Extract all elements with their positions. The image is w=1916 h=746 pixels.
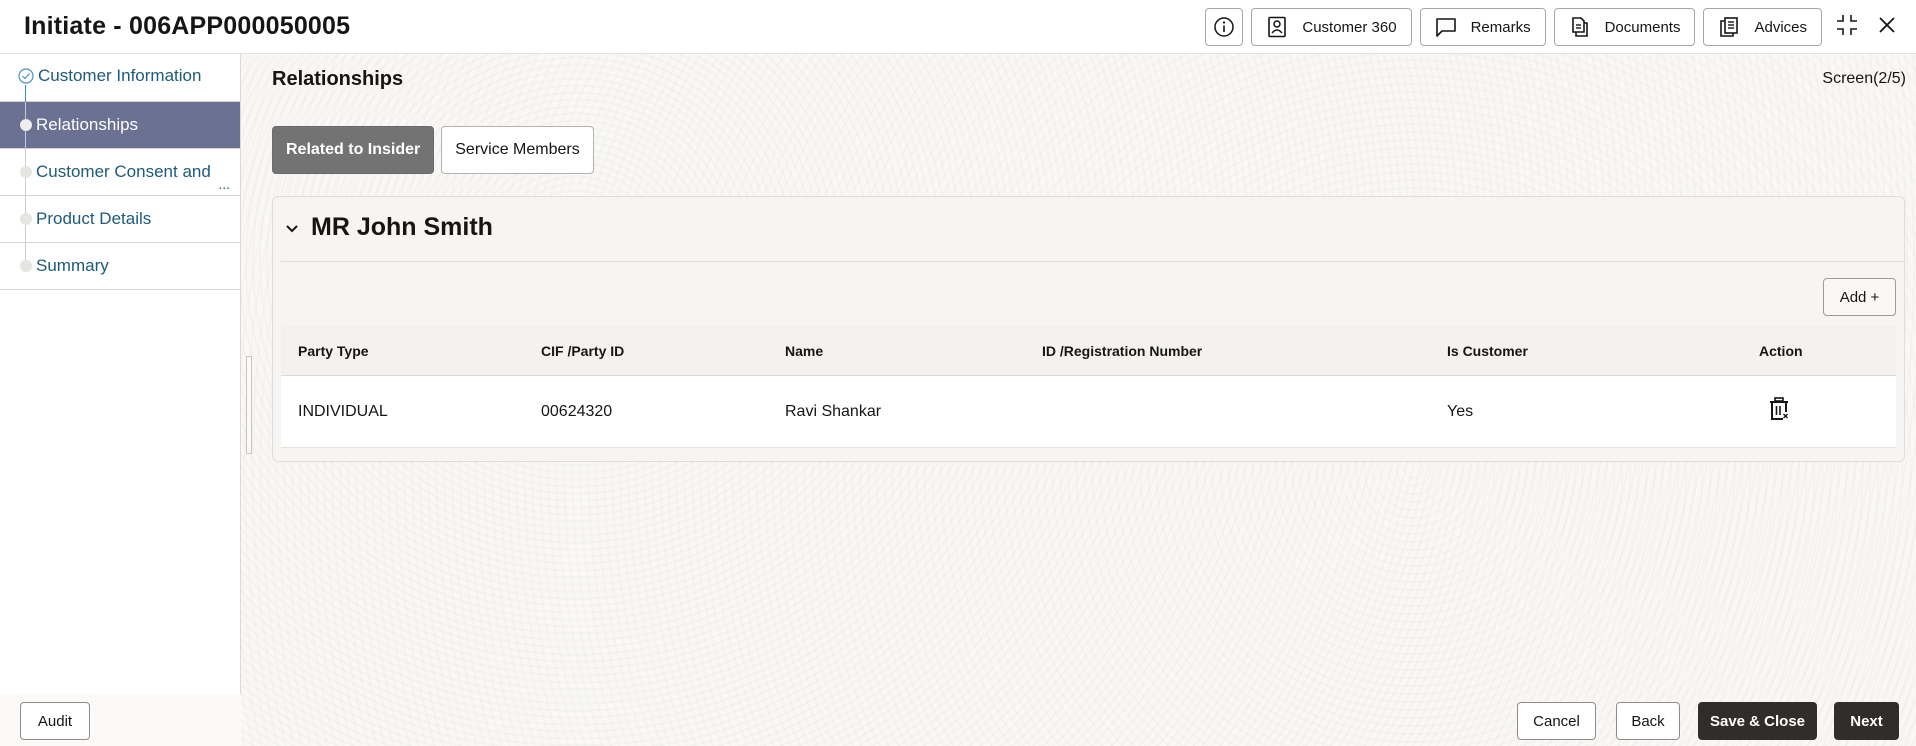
name-cell: Ravi Shankar	[785, 402, 882, 420]
close-icon	[1877, 15, 1897, 40]
step-customer-consent[interactable]: Customer Consent and ...	[0, 149, 240, 196]
footer-bar: Audit Cancel Back Save & Close Next	[0, 694, 1916, 746]
step-product-details[interactable]: Product Details	[0, 196, 240, 243]
advices-button[interactable]: Advices	[1703, 8, 1822, 46]
table-header: Party Type CIF /Party ID Name ID /Regist…	[281, 326, 1896, 376]
delete-icon	[1768, 397, 1790, 425]
documents-button[interactable]: Documents	[1553, 8, 1696, 46]
column-header-is-customer: Is Customer	[1447, 342, 1528, 359]
step-indicator-icon	[20, 260, 32, 272]
card-header: MR John Smith	[283, 213, 493, 242]
info-button[interactable]	[1205, 8, 1244, 46]
customer-360-label: Customer 360	[1302, 18, 1397, 36]
truncation-ellipsis: ...	[218, 176, 230, 192]
collapse-icon	[1835, 13, 1859, 42]
table-row: INDIVIDUAL 00624320 Ravi Shankar Yes	[281, 376, 1896, 448]
customer-360-icon	[1266, 16, 1288, 38]
documents-icon	[1569, 16, 1591, 38]
relationships-table: Party Type CIF /Party ID Name ID /Regist…	[281, 326, 1896, 448]
step-label: Summary	[36, 256, 109, 275]
save-close-button[interactable]: Save & Close	[1698, 702, 1817, 740]
documents-label: Documents	[1604, 18, 1681, 36]
advices-label: Advices	[1754, 18, 1807, 36]
chevron-down-icon[interactable]	[283, 219, 301, 237]
check-circle-icon	[18, 68, 34, 84]
section-title: Relationships	[272, 68, 404, 90]
audit-button[interactable]: Audit	[20, 702, 90, 740]
add-relationship-button[interactable]: Add +	[1823, 278, 1896, 316]
step-navigation: Customer Information Relationships Custo…	[0, 54, 241, 694]
delete-button[interactable]	[1768, 397, 1790, 426]
step-label: Customer Consent and	[36, 162, 211, 181]
column-header-name: Name	[785, 342, 824, 359]
service-members-tab[interactable]: Service Members	[441, 126, 594, 174]
party-type-cell: INDIVIDUAL	[298, 402, 388, 420]
cif-cell: 00624320	[541, 402, 613, 420]
advices-icon	[1718, 16, 1740, 38]
step-indicator-icon	[20, 119, 32, 131]
step-label: Customer Information	[38, 66, 202, 85]
sidebar-scrollbar[interactable]	[246, 356, 252, 454]
remarks-icon	[1435, 16, 1457, 38]
next-button[interactable]: Next	[1834, 702, 1899, 740]
customer-360-button[interactable]: Customer 360	[1251, 8, 1412, 46]
column-header-cif: CIF /Party ID	[541, 342, 625, 359]
main-content: Relationships Screen(2/5) Related to Ins…	[241, 54, 1916, 694]
step-indicator-icon	[20, 213, 32, 225]
screen-indicator: Screen(2/5)	[1822, 70, 1906, 87]
app-header: Initiate - 006APP000050005 Customer 360 …	[0, 0, 1916, 54]
step-connector	[25, 85, 26, 102]
page-title: Initiate - 006APP000050005	[24, 12, 351, 40]
divider	[281, 261, 1904, 262]
step-summary[interactable]: Summary	[0, 243, 240, 290]
minimize-button[interactable]	[1830, 10, 1864, 44]
step-customer-information[interactable]: Customer Information	[0, 54, 240, 102]
back-button[interactable]: Back	[1616, 702, 1680, 740]
customer-relationship-card: MR John Smith Add + Party Type CIF /Part…	[272, 196, 1905, 462]
related-to-insider-tab[interactable]: Related to Insider	[272, 126, 435, 174]
relationship-type-toggle: Related to Insider Service Members	[272, 126, 601, 174]
is-customer-cell: Yes	[1447, 402, 1474, 420]
column-header-party-type: Party Type	[298, 342, 369, 359]
info-icon	[1213, 16, 1235, 38]
header-actions: Customer 360 Remarks Documents Advices	[1205, 8, 1916, 46]
column-header-reg-number: ID /Registration Number	[1042, 342, 1203, 359]
step-label: Product Details	[36, 209, 152, 228]
customer-name: MR John Smith	[311, 213, 493, 241]
step-indicator-icon	[20, 166, 32, 178]
step-relationships[interactable]: Relationships	[0, 102, 240, 149]
column-header-action: Action	[1759, 342, 1803, 359]
remarks-label: Remarks	[1470, 18, 1531, 36]
cancel-button[interactable]: Cancel	[1517, 702, 1596, 740]
remarks-button[interactable]: Remarks	[1419, 8, 1546, 46]
step-label: Relationships	[36, 115, 139, 134]
close-button[interactable]	[1870, 10, 1904, 44]
